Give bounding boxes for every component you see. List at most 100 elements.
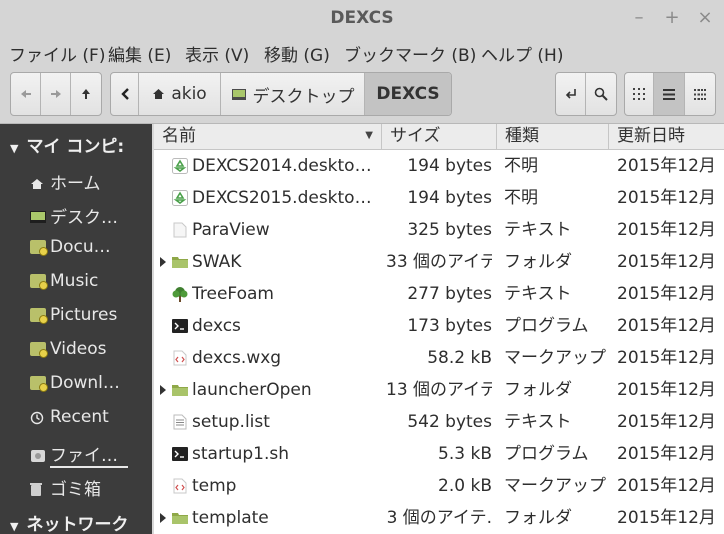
list-icon — [663, 88, 676, 100]
file-row[interactable]: dexcs 173 bytes プログラム 2015年12月 — [154, 310, 724, 342]
breadcrumb-desktop[interactable]: デスクトップ — [221, 73, 365, 115]
list-view-button[interactable] — [654, 73, 685, 115]
sidebar-item-label: Recent — [50, 407, 109, 427]
file-name: DEXCS2014.deskto… — [192, 156, 372, 176]
sidebar-item-downloads[interactable]: Downl… — [30, 373, 120, 393]
column-header-date[interactable]: 更新日時 — [609, 124, 724, 150]
expand-arrow-icon[interactable] — [160, 385, 166, 395]
file-row[interactable]: setup.list 542 bytes テキスト 2015年12月 — [154, 406, 724, 438]
file-row[interactable]: launcherOpen 13 個のアイテ フォルダ 2015年12月 — [154, 374, 724, 406]
file-type: プログラム — [504, 444, 589, 464]
breadcrumb-home[interactable]: akio — [139, 73, 221, 115]
back-button[interactable] — [11, 73, 41, 115]
menu-go[interactable]: 移動 (G) — [264, 41, 330, 66]
trash-icon — [30, 481, 46, 496]
file-date: 2015年12月 — [617, 412, 716, 432]
menu-help[interactable]: ヘルプ (H) — [481, 41, 563, 66]
breadcrumb-left-button[interactable] — [111, 73, 139, 115]
menu-view[interactable]: 表示 (V) — [185, 41, 249, 66]
column-header-type[interactable]: 種類 — [497, 124, 609, 150]
breadcrumb-dexcs[interactable]: DEXCS — [365, 73, 451, 115]
sidebar-item-filesystem[interactable]: ファイ… — [30, 441, 128, 468]
file-size: 2.0 kB — [438, 476, 492, 496]
sidebar-item-home[interactable]: ホーム — [30, 169, 101, 194]
sidebar-section-network[interactable]: ▼ ネットワーク — [10, 510, 128, 534]
sidebar-item-videos[interactable]: Videos — [30, 339, 107, 359]
sidebar-section-network-label: ネットワーク — [26, 515, 129, 534]
file-size: 542 bytes — [407, 412, 492, 432]
search-icon — [594, 87, 608, 101]
menu-bookmarks[interactable]: ブックマーク (B) — [344, 41, 476, 66]
terminal-icon — [172, 446, 188, 462]
file-row[interactable]: DEXCS2014.deskto… 194 bytes 不明 2015年12月 — [154, 150, 724, 182]
sidebar-item-documents[interactable]: Docu… — [30, 237, 111, 257]
sidebar-section-computer-label: マイ コンピ: — [26, 137, 125, 157]
folder-icon — [172, 510, 188, 526]
file-row[interactable]: startup1.sh 5.3 kB プログラム 2015年12月 — [154, 438, 724, 470]
nav-button-group — [10, 72, 102, 116]
file-row[interactable]: dexcs.wxg 58.2 kB マークアップ 2015年12月 — [154, 342, 724, 374]
sidebar-item-desktop[interactable]: デスク… — [30, 203, 118, 228]
file-date: 2015年12月 — [617, 156, 716, 176]
breadcrumb-home-label: akio — [171, 84, 207, 104]
sidebar-item-pictures[interactable]: Pictures — [30, 305, 117, 325]
file-type: マークアップ — [504, 476, 606, 496]
icon-view-button[interactable] — [625, 73, 655, 115]
column-header-size[interactable]: サイズ — [382, 124, 497, 150]
file-type: 不明 — [504, 188, 538, 208]
column-date-label: 更新日時 — [617, 126, 685, 146]
file-date: 2015年12月 — [617, 284, 716, 304]
file-row[interactable]: TreeFoam 277 bytes テキスト 2015年12月 — [154, 278, 724, 310]
file-date: 2015年12月 — [617, 188, 716, 208]
menu-edit[interactable]: 編集 (E) — [108, 41, 171, 66]
pictures-folder-icon — [30, 308, 48, 324]
grid-icon — [633, 88, 646, 100]
column-type-label: 種類 — [505, 126, 539, 146]
sidebar-item-recent[interactable]: Recent — [30, 407, 109, 427]
file-row[interactable]: DEXCS2015.deskto… 194 bytes 不明 2015年12月 — [154, 182, 724, 214]
sidebar-item-label: デスク… — [50, 208, 118, 228]
file-type: フォルダ — [504, 252, 572, 272]
expand-arrow-icon[interactable] — [160, 513, 166, 523]
sidebar-item-label: ゴミ箱 — [50, 480, 101, 500]
file-list: 名前 ▼ サイズ 種類 更新日時 DEXCS2014.deskto… 194 by… — [154, 124, 724, 534]
file-type: テキスト — [504, 412, 572, 432]
menu-bar: ファイル (F) 編集 (E) 表示 (V) 移動 (G) ブックマーク (B)… — [0, 38, 724, 66]
file-name: dexcs.wxg — [192, 348, 282, 368]
file-row[interactable]: SWAK 33 個のアイテ フォルダ 2015年12月 — [154, 246, 724, 278]
sidebar-item-music[interactable]: Music — [30, 271, 98, 291]
maximize-button[interactable]: + — [659, 6, 685, 30]
title-bar: DEXCS – + × — [0, 0, 724, 38]
arrow-up-icon — [81, 88, 91, 100]
sidebar-item-label: Pictures — [50, 305, 118, 325]
sidebar-item-trash[interactable]: ゴミ箱 — [30, 475, 101, 500]
close-button[interactable]: × — [692, 6, 718, 30]
file-date: 2015年12月 — [617, 476, 716, 496]
view-mode-group — [624, 72, 716, 116]
up-button[interactable] — [71, 73, 101, 115]
file-type: フォルダ — [504, 508, 572, 528]
file-date: 2015年12月 — [617, 380, 716, 400]
compact-view-button[interactable] — [685, 73, 715, 115]
file-row[interactable]: template 3 個のアイテ. フォルダ 2015年12月 — [154, 502, 724, 534]
column-header-name[interactable]: 名前 ▼ — [154, 124, 382, 150]
file-row[interactable]: ParaView 325 bytes テキスト 2015年12月 — [154, 214, 724, 246]
file-type: マークアップ — [504, 348, 606, 368]
chevron-left-icon — [120, 88, 129, 100]
sidebar-item-label: ファイ… — [50, 441, 128, 468]
forward-button[interactable] — [41, 73, 71, 115]
search-button[interactable] — [586, 73, 616, 115]
music-folder-icon — [30, 274, 48, 290]
toggle-location-button[interactable] — [556, 73, 587, 115]
home-icon — [152, 88, 165, 100]
markup-icon — [172, 478, 188, 494]
minimize-button[interactable]: – — [626, 6, 652, 30]
sidebar-section-computer[interactable]: ▼ マイ コンピ: — [10, 132, 124, 157]
column-size-label: サイズ — [390, 126, 441, 146]
file-row[interactable]: temp 2.0 kB マークアップ 2015年12月 — [154, 470, 724, 502]
expand-arrow-icon[interactable] — [160, 257, 166, 267]
menu-file[interactable]: ファイル (F) — [9, 41, 105, 66]
breadcrumb: akio デスクトップ DEXCS — [110, 72, 452, 116]
file-size: 13 個のアイテ — [386, 380, 492, 400]
file-size: 173 bytes — [407, 316, 492, 336]
